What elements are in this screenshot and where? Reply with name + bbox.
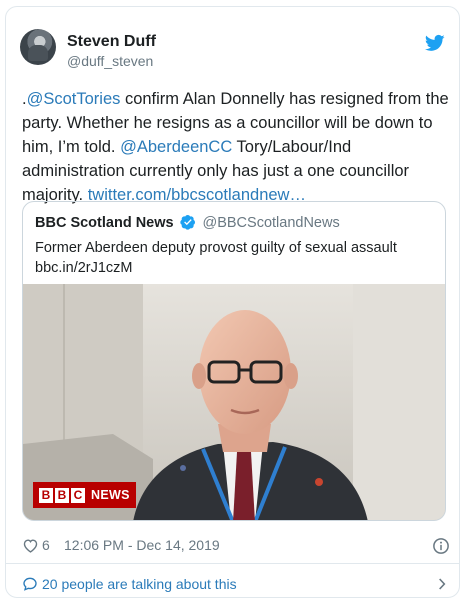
quoted-tweet-header: BBC Scotland News @BBCScotlandNews <box>35 214 340 234</box>
info-icon[interactable] <box>432 537 450 555</box>
twitter-bird-icon[interactable] <box>425 33 445 53</box>
bbc-logo-letter-c: C <box>71 487 85 503</box>
conversation-link[interactable]: 20 people are talking about this <box>22 573 450 595</box>
mention-aberdeencc-link[interactable]: @AberdeenCC <box>120 138 232 156</box>
tweet-body: .@ScotTories confirm Alan Donnelly has r… <box>22 87 450 207</box>
quoted-author-handle: @BBCScotlandNews <box>202 215 340 231</box>
heart-icon[interactable] <box>22 537 39 554</box>
conversation-count-text[interactable]: 20 people are talking about this <box>42 576 237 592</box>
quoted-tweet-text: Former Aberdeen deputy provost guilty of… <box>35 238 435 278</box>
quoted-media-image[interactable]: B B C NEWS <box>23 284 445 520</box>
tweet-card: Steven Duff @duff_steven .@ScotTories co… <box>5 6 460 598</box>
tweet-meta: 6 12:06 PM - Dec 14, 2019 <box>22 535 450 557</box>
bbc-logo-news-word: NEWS <box>91 488 130 502</box>
footer-divider <box>6 563 459 564</box>
quoted-short-link[interactable]: bbc.in/2rJ1czM <box>35 258 435 278</box>
author-handle[interactable]: @duff_steven <box>67 53 153 69</box>
speech-bubble-icon <box>23 577 37 591</box>
author-name[interactable]: Steven Duff <box>67 33 156 51</box>
like-count[interactable]: 6 <box>42 537 50 553</box>
mention-scottories-link[interactable]: @ScotTories <box>27 90 121 108</box>
chevron-right-icon[interactable] <box>434 575 450 593</box>
quoted-tweet[interactable]: BBC Scotland News @BBCScotlandNews Forme… <box>22 201 446 521</box>
quoted-text-line-1: Former Aberdeen deputy provost guilty of… <box>35 240 397 256</box>
quoted-author-name: BBC Scotland News <box>35 215 174 231</box>
avatar[interactable] <box>20 29 56 65</box>
bbc-logo-letter-b1: B <box>39 487 53 503</box>
bbc-logo-letter-b2: B <box>55 487 69 503</box>
verified-badge-icon <box>180 215 196 230</box>
tweet-header: Steven Duff @duff_steven <box>20 29 445 73</box>
bbc-news-logo: B B C NEWS <box>33 482 136 508</box>
tweet-timestamp[interactable]: 12:06 PM - Dec 14, 2019 <box>64 537 220 553</box>
